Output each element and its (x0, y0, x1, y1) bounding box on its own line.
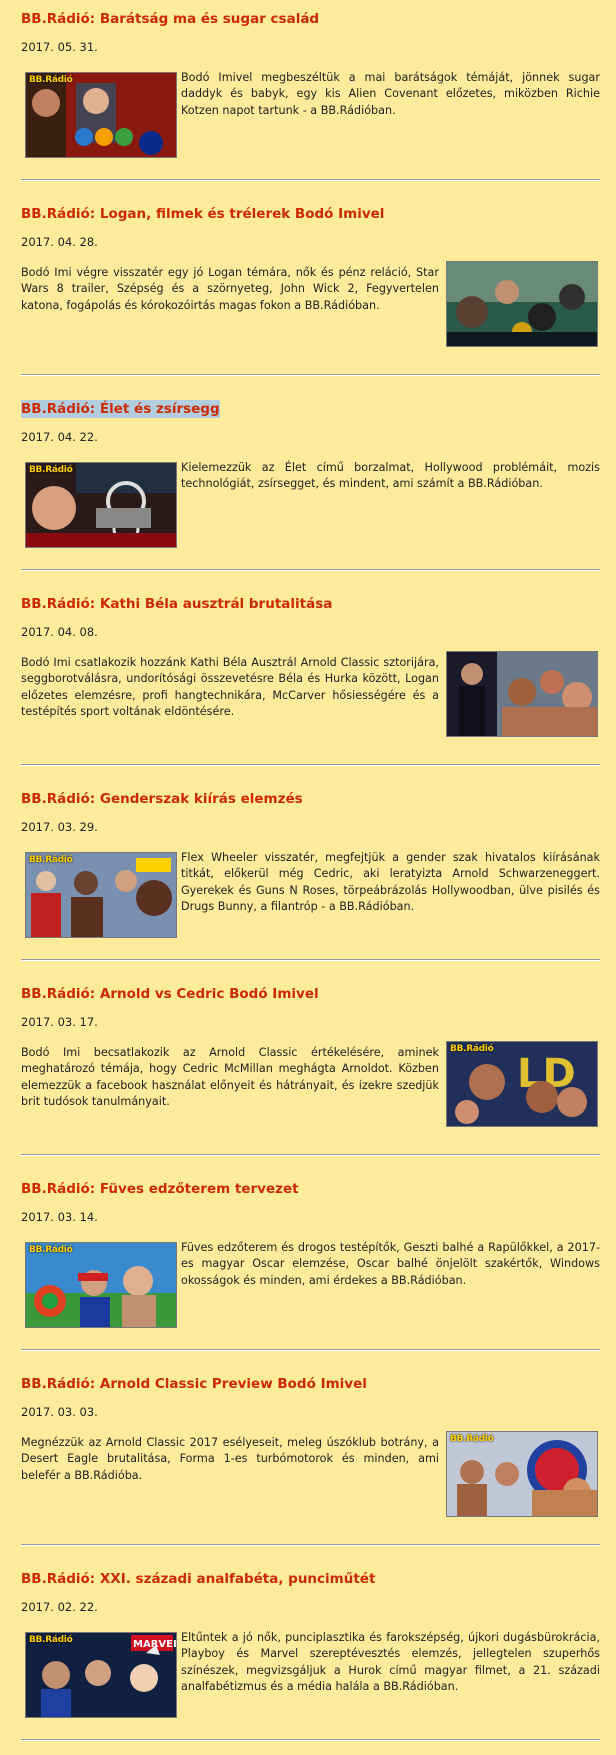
post-title-link[interactable]: BB.Rádió: Kathi Béla ausztrál brutalitás… (21, 595, 332, 613)
post-separator (21, 1349, 600, 1351)
post-item: BB.Rádió: XXI. századi analfabéta, punci… (21, 1560, 600, 1755)
post-thumbnail[interactable]: BB.Rádió (25, 852, 177, 938)
post-thumbnail[interactable]: BB.Rádió (25, 1242, 177, 1328)
post-item: BB.Rádió: Élet és zsírsegg 2017. 04. 22. B… (21, 390, 600, 585)
post-date: 2017. 03. 17. (21, 1015, 98, 1029)
post-excerpt: Bodó Imi becsatlakozik az Arnold Classic… (21, 1046, 439, 1109)
bbradio-logo: BB.Rádió (450, 1044, 494, 1054)
post-item: BB.Rádió: Arnold Classic Preview Bodó Im… (21, 1365, 600, 1560)
post-date: 2017. 04. 08. (21, 625, 98, 639)
post-thumbnail[interactable]: BB.Rádió (25, 462, 177, 548)
post-title-link[interactable]: BB.Rádió: Füves edzőterem tervezet (21, 1180, 299, 1198)
post-excerpt: Bodó Imi végre visszatér egy jó Logan té… (21, 266, 439, 312)
post-item: BB.Rádió: Genderszak kiírás elemzés 2017.… (21, 780, 600, 975)
post-title-link[interactable]: BB.Rádió: XXI. századi analfabéta, punci… (21, 1570, 375, 1588)
post-excerpt: Flex Wheeler visszatér, megfejtjük a gen… (181, 851, 600, 914)
post-item: BB.Rádió: Barátság ma és sugar család 201… (21, 0, 600, 195)
post-separator (21, 1544, 600, 1546)
post-date: 2017. 03. 03. (21, 1405, 98, 1419)
post-title-link[interactable]: BB.Rádió: Élet és zsírsegg (21, 400, 220, 418)
post-excerpt: Bodó Imivel megbeszéltük a mai barátságo… (181, 71, 600, 117)
post-title-link[interactable]: BB.Rádió: Genderszak kiírás elemzés (21, 790, 303, 808)
post-separator (21, 569, 600, 571)
post-date: 2017. 04. 22. (21, 430, 98, 444)
post-separator (21, 959, 600, 961)
post-separator (21, 179, 600, 181)
post-list: BB.Rádió: Barátság ma és sugar család 201… (0, 0, 616, 1755)
post-title-link[interactable]: BB.Rádió: Logan, filmek és trélerek Bodó… (21, 205, 384, 223)
post-title-link[interactable]: BB.Rádió: Arnold vs Cedric Bodó Imivel (21, 985, 319, 1003)
post-thumbnail[interactable] (446, 651, 598, 737)
post-separator (21, 374, 600, 376)
post-thumbnail[interactable]: BB.Rádió (446, 1431, 598, 1517)
post-item: BB.Rádió: Logan, filmek és trélerek Bodó… (21, 195, 600, 390)
post-item: BB.Rádió: Kathi Béla ausztrál brutalitás… (21, 585, 600, 780)
post-date: 2017. 05. 31. (21, 40, 98, 54)
post-excerpt: Füves edzőterem és drogos testépítők, Ge… (181, 1241, 600, 1287)
bbradio-logo: BB.Rádió (450, 1434, 494, 1444)
post-excerpt: Eltűntek a jó nők, punciplasztika és far… (181, 1631, 600, 1694)
bbradio-logo: BB.Rádió (29, 1635, 73, 1645)
post-separator (21, 1154, 600, 1156)
post-item: BB.Rádió: Füves edzőterem tervezet 2017. … (21, 1170, 600, 1365)
post-excerpt: Bodó Imi csatlakozik hozzánk Kathi Béla … (21, 656, 439, 719)
post-excerpt: Kielemezzük az Élet című borzalmat, Holl… (181, 461, 600, 491)
post-thumbnail[interactable] (446, 261, 598, 347)
bbradio-logo: BB.Rádió (29, 855, 73, 865)
post-date: 2017. 02. 22. (21, 1600, 98, 1614)
post-thumbnail[interactable]: MARVEL BB.Rádió (25, 1632, 177, 1718)
post-excerpt: Megnézzük az Arnold Classic 2017 esélyes… (21, 1436, 439, 1482)
bbradio-logo: BB.Rádió (29, 465, 73, 475)
post-date: 2017. 03. 14. (21, 1210, 98, 1224)
post-separator (21, 1739, 600, 1741)
post-title-link[interactable]: BB.Rádió: Barátság ma és sugar család (21, 10, 319, 28)
bbradio-logo: BB.Rádió (29, 1245, 73, 1255)
post-date: 2017. 04. 28. (21, 235, 98, 249)
post-date: 2017. 03. 29. (21, 820, 98, 834)
bbradio-logo: BB.Rádió (29, 75, 73, 85)
post-thumbnail[interactable]: BB.Rádió (25, 72, 177, 158)
post-separator (21, 764, 600, 766)
post-thumbnail[interactable]: LD BB.Rádió (446, 1041, 598, 1127)
post-item: BB.Rádió: Arnold vs Cedric Bodó Imivel 20… (21, 975, 600, 1170)
post-title-link[interactable]: BB.Rádió: Arnold Classic Preview Bodó Im… (21, 1375, 367, 1393)
